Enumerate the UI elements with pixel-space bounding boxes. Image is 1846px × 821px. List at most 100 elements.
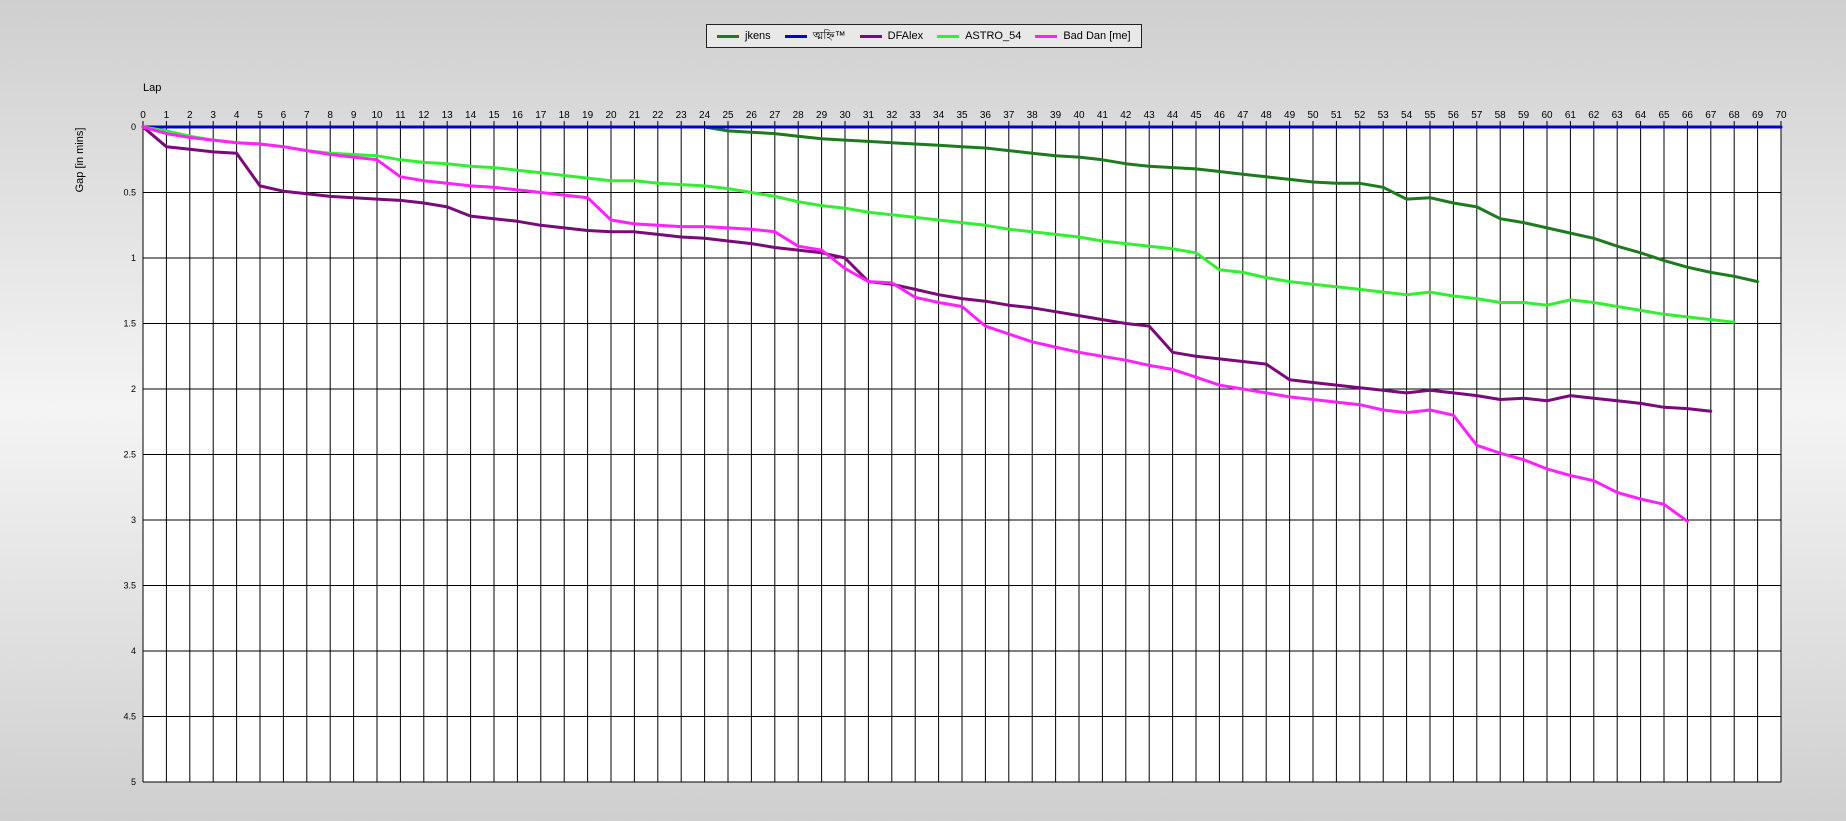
- x-tick-label: 59: [1518, 110, 1530, 121]
- x-tick-label: 10: [371, 110, 383, 121]
- legend-label: ত্মহ্নি™: [812, 29, 846, 42]
- x-tick-label: 62: [1588, 110, 1600, 121]
- legend-item: DFAlex: [859, 30, 924, 42]
- x-tick-label: 57: [1471, 110, 1483, 121]
- x-tick-label: 68: [1729, 110, 1741, 121]
- legend-swatch: [1035, 34, 1058, 38]
- legend-item: jkens: [717, 30, 771, 42]
- x-tick-label: 51: [1331, 110, 1343, 121]
- x-tick-label: 29: [816, 110, 828, 121]
- x-tick-label: 3: [210, 110, 216, 121]
- x-tick-label: 25: [722, 110, 734, 121]
- x-tick-label: 55: [1424, 110, 1436, 121]
- x-tick-label: 11: [395, 110, 406, 121]
- x-tick-label: 12: [418, 110, 430, 121]
- x-tick-label: 8: [327, 110, 333, 121]
- x-tick-label: 36: [980, 110, 992, 121]
- x-tick-label: 40: [1073, 110, 1085, 121]
- x-tick-label: 67: [1705, 110, 1717, 121]
- y-axis-title: Gap [in mins]: [74, 128, 86, 193]
- x-tick-label: 44: [1167, 110, 1179, 121]
- x-tick-label: 0: [140, 110, 146, 121]
- x-tick-label: 14: [465, 110, 477, 121]
- x-tick-label: 17: [535, 110, 547, 121]
- x-tick-label: 27: [769, 110, 781, 121]
- x-tick-label: 28: [793, 110, 805, 121]
- y-tick-label: 1: [131, 253, 136, 263]
- x-tick-label: 70: [1775, 110, 1787, 121]
- y-tick-label: 3.5: [123, 581, 136, 591]
- x-tick-label: 61: [1565, 110, 1577, 121]
- x-tick-label: 2: [187, 110, 193, 121]
- y-tick-label: 4.5: [123, 712, 136, 722]
- x-tick-label: 21: [629, 110, 641, 121]
- x-tick-label: 4: [234, 110, 240, 121]
- x-tick-label: 33: [910, 110, 922, 121]
- x-tick-label: 5: [257, 110, 263, 121]
- x-tick-label: 16: [512, 110, 524, 121]
- x-tick-label: 56: [1448, 110, 1460, 121]
- x-tick-label: 23: [676, 110, 688, 121]
- x-tick-label: 18: [559, 110, 571, 121]
- x-tick-label: 38: [1027, 110, 1039, 121]
- legend-swatch: [717, 34, 739, 38]
- x-tick-label: 63: [1612, 110, 1624, 121]
- legend-item: Bad Dan [me]: [1035, 30, 1131, 42]
- x-tick-label: 66: [1682, 110, 1694, 121]
- x-tick-label: 58: [1495, 110, 1507, 121]
- x-tick-label: 45: [1190, 110, 1202, 121]
- x-tick-label: 39: [1050, 110, 1062, 121]
- legend-item: ত্মহ্নি™: [784, 27, 846, 46]
- chart-legend: jkens ত্মহ্নি™ DFAlex ASTRO_54 Bad Dan [me]: [706, 24, 1142, 48]
- x-tick-label: 47: [1237, 110, 1249, 121]
- x-tick-label: 7: [304, 110, 310, 121]
- x-tick-label: 46: [1214, 110, 1226, 121]
- x-tick-label: 54: [1401, 110, 1413, 121]
- x-tick-label: 22: [652, 110, 664, 121]
- x-tick-label: 42: [1120, 110, 1132, 121]
- x-tick-label: 30: [839, 110, 851, 121]
- x-tick-label: 35: [956, 110, 968, 121]
- x-tick-label: 52: [1354, 110, 1366, 121]
- x-tick-label: 20: [605, 110, 617, 121]
- x-tick-label: 48: [1261, 110, 1273, 121]
- legend-label: ASTRO_54: [965, 30, 1022, 42]
- legend-item: ASTRO_54: [937, 30, 1021, 42]
- legend-label: jkens: [745, 30, 771, 42]
- y-tick-label: 1.5: [123, 319, 136, 329]
- x-tick-label: 19: [582, 110, 594, 121]
- x-tick-label: 53: [1378, 110, 1390, 121]
- legend-label: DFAlex: [887, 30, 924, 42]
- x-tick-label: 9: [351, 110, 357, 121]
- x-tick-label: 15: [488, 110, 500, 121]
- y-tick-label: 2: [131, 384, 136, 394]
- x-tick-label: 1: [164, 110, 170, 121]
- x-axis-title: Lap: [143, 82, 161, 94]
- x-tick-label: 13: [442, 110, 454, 121]
- legend-swatch: [784, 34, 807, 38]
- y-tick-label: 4: [131, 646, 136, 656]
- x-tick-label: 26: [746, 110, 758, 121]
- x-tick-label: 49: [1284, 110, 1296, 121]
- y-tick-label: 0.5: [123, 188, 136, 198]
- y-tick-label: 3: [131, 515, 136, 525]
- y-tick-label: 2.5: [123, 450, 136, 460]
- x-tick-label: 65: [1658, 110, 1670, 121]
- x-tick-label: 43: [1144, 110, 1156, 121]
- x-tick-label: 37: [1003, 110, 1015, 121]
- x-tick-label: 24: [699, 110, 711, 121]
- x-tick-label: 69: [1752, 110, 1764, 121]
- y-tick-label: 0: [131, 122, 136, 132]
- x-tick-label: 6: [281, 110, 287, 121]
- legend-label: Bad Dan [me]: [1063, 30, 1131, 42]
- x-tick-label: 31: [863, 110, 875, 121]
- legend-swatch: [859, 34, 882, 38]
- y-tick-label: 5: [131, 777, 136, 787]
- x-tick-label: 50: [1307, 110, 1319, 121]
- x-tick-label: 64: [1635, 110, 1647, 121]
- chart-window: jkens ত্মহ্নি™ DFAlex ASTRO_54 Bad Dan [me] …: [0, 0, 1846, 816]
- x-tick-label: 34: [933, 110, 945, 121]
- x-tick-label: 60: [1541, 110, 1553, 121]
- gap-chart: Lap Gap [in mins] 0 1 2 3 4 5 6 7 8 9 10 11 12 13 14 15…: [74, 82, 1787, 787]
- x-tick-label: 41: [1097, 110, 1109, 121]
